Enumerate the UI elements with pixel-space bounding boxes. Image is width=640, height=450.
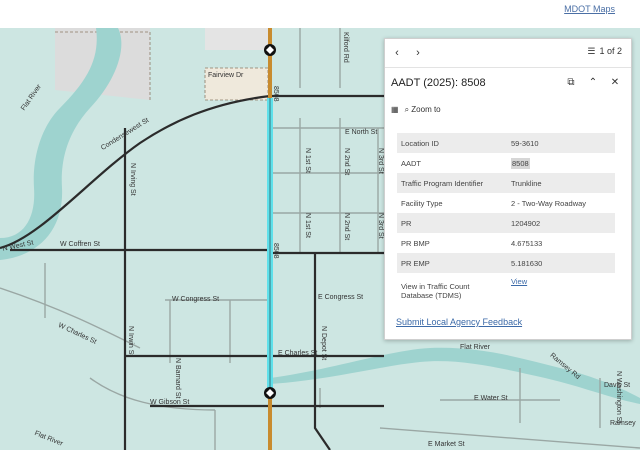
attribute-key: Traffic Program Identifier bbox=[397, 173, 507, 193]
feature-popup: ‹ › ☰ 1 of 2 AADT (2025): 8508 ⧉ ⌃ ✕ ▦ ⌕ Z… bbox=[384, 38, 632, 340]
map-label-route-8508: 8508 bbox=[272, 86, 279, 102]
map-label-w-gibson: W Gibson St bbox=[150, 399, 190, 406]
attribute-key: PR bbox=[397, 213, 507, 233]
submit-feedback-link[interactable]: Submit Local Agency Feedback bbox=[396, 317, 522, 327]
map-label-flat-river-south: Flat River bbox=[460, 344, 490, 351]
zoom-icon: ⌕ bbox=[404, 105, 410, 114]
list-icon: ☰ bbox=[587, 46, 596, 56]
table-row: View in Traffic Count Database (TDMS) Vie… bbox=[397, 273, 615, 309]
attribute-value: 2 - Two-Way Roadway bbox=[511, 198, 587, 208]
map-label-route-8508: 8508 bbox=[272, 243, 279, 259]
zoom-to-action[interactable]: ▦ ⌕ Zoom to bbox=[391, 105, 441, 115]
map-label-n-1st: N 1st St bbox=[304, 213, 311, 238]
table-row: Traffic Program Identifier Trunkline bbox=[397, 173, 615, 193]
table-row: Location ID 59-3610 bbox=[397, 133, 615, 153]
attribute-key: View in Traffic Count Database (TDMS) bbox=[401, 282, 470, 300]
attribute-key: AADT bbox=[401, 158, 422, 168]
map-label-n-3rd: N 3rd St bbox=[377, 213, 384, 239]
table-row: Facility Type 2 - Two-Way Roadway bbox=[397, 193, 615, 213]
map-label-n-1st: N 1st St bbox=[304, 148, 311, 173]
map-label-n-washington: N Washington St bbox=[615, 371, 622, 424]
map-label-w-coffren: W Coffren St bbox=[60, 241, 100, 248]
map-label-n-irwin: N Irwin St bbox=[127, 326, 134, 357]
attribute-value: 4.675133 bbox=[511, 238, 543, 248]
attribute-value: 5.181630 bbox=[507, 253, 615, 273]
dock-icon[interactable]: ⧉ bbox=[565, 77, 577, 89]
top-bar: MDOT Maps bbox=[0, 0, 640, 29]
zoom-to-label: Zoom to bbox=[411, 105, 441, 114]
attribute-value: 1204902 bbox=[507, 213, 615, 233]
map-label-n-depot: N Depot St bbox=[320, 326, 327, 361]
attribute-key: Location ID bbox=[397, 133, 507, 153]
map-label-n-irving: N Irving St bbox=[129, 163, 136, 196]
map-label-e-north: E North St bbox=[345, 129, 378, 136]
collapse-icon[interactable]: ⌃ bbox=[587, 77, 599, 89]
map-label-fairview: Fairview Dr bbox=[208, 72, 244, 79]
map-label-n-2nd: N 2nd St bbox=[343, 148, 350, 176]
mdot-maps-link[interactable]: MDOT Maps bbox=[564, 4, 615, 14]
map-label-n-2nd: N 2nd St bbox=[343, 213, 350, 241]
map-label-e-charles: E Charles St bbox=[278, 350, 318, 357]
map-label-w-congress: W Congress St bbox=[172, 296, 220, 303]
gray-land-area bbox=[205, 28, 268, 50]
attribute-key: PR EMP bbox=[397, 253, 507, 273]
action-grid-icon[interactable]: ▦ bbox=[391, 105, 399, 114]
map-label-n-barnard: N Barnard St bbox=[174, 358, 181, 399]
table-row: PR 1204902 bbox=[397, 213, 615, 233]
map-label-e-congress: E Congress St bbox=[318, 294, 364, 301]
feature-pager[interactable]: ☰ 1 of 2 bbox=[587, 46, 622, 57]
attribute-table: Location ID 59-3610 AADT 8508 Traffic Prog… bbox=[397, 133, 615, 309]
pager-text: 1 of 2 bbox=[599, 46, 622, 56]
previous-feature-button[interactable]: ‹ bbox=[390, 46, 404, 60]
map-label-e-water: E Water St bbox=[474, 395, 508, 402]
attribute-key: Facility Type bbox=[401, 198, 443, 208]
popup-nav-bar: ‹ › ☰ 1 of 2 bbox=[385, 39, 631, 68]
map-label-ramsey: Ramsey bbox=[610, 420, 636, 427]
table-row: PR BMP 4.675133 bbox=[397, 233, 615, 253]
next-feature-button[interactable]: › bbox=[411, 46, 425, 60]
attribute-value: 59-3610 bbox=[507, 133, 615, 153]
count-station-marker bbox=[264, 44, 276, 56]
count-station-marker bbox=[264, 387, 276, 399]
table-row: PR EMP 5.181630 bbox=[397, 253, 615, 273]
close-icon[interactable]: ✕ bbox=[609, 77, 621, 89]
attribute-key: PR BMP bbox=[401, 238, 430, 248]
popup-title: AADT (2025): 8508 bbox=[391, 77, 486, 89]
attribute-value-highlighted: 8508 bbox=[511, 157, 530, 169]
tdms-view-link[interactable]: View bbox=[511, 277, 527, 286]
attribute-value: Trunkline bbox=[507, 173, 615, 193]
table-row: AADT 8508 bbox=[397, 153, 615, 173]
map-label-kilford: Kilford Rd bbox=[342, 32, 349, 63]
map-label-n-3rd: N 3rd St bbox=[377, 148, 384, 174]
map-label-e-market: E Market St bbox=[428, 441, 465, 448]
